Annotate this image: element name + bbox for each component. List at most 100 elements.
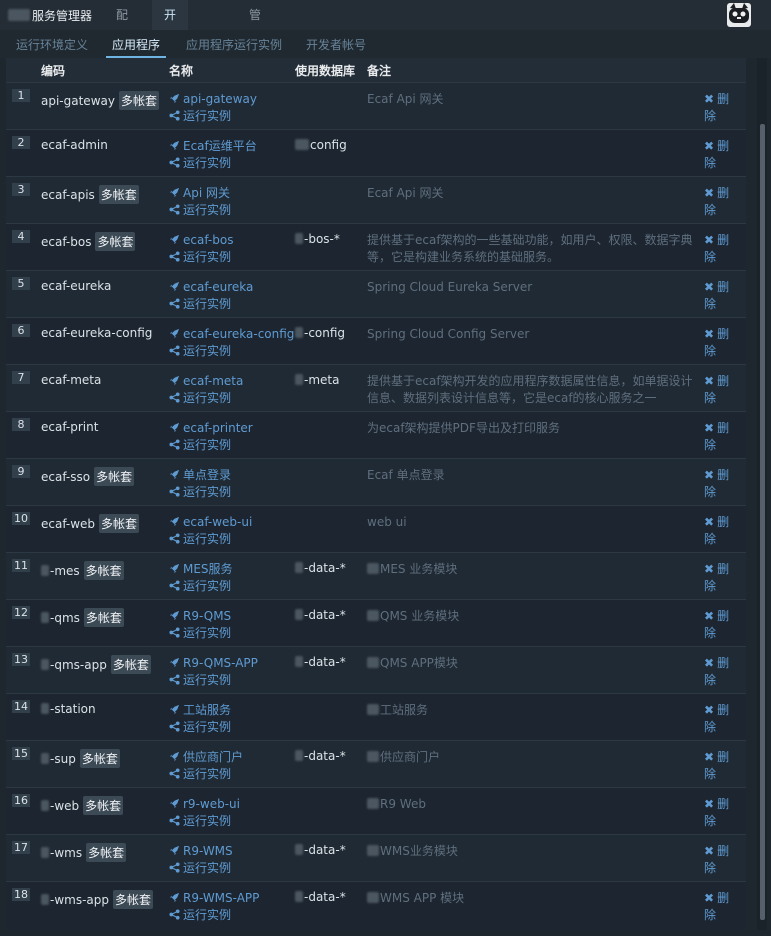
subnav-app-instances[interactable]: 应用程序运行实例 (186, 30, 282, 58)
run-instances-link[interactable]: 运行实例 (169, 766, 243, 783)
table-row: 6 ecaf-eureka-config ecaf-eureka-config 运行实… (6, 317, 746, 364)
run-instances-link[interactable]: 运行实例 (169, 672, 258, 689)
run-instances-link[interactable]: 运行实例 (169, 813, 240, 830)
delete-button[interactable]: ✖ 删除 (704, 185, 734, 219)
delete-button[interactable]: ✖ 删除 (704, 138, 734, 172)
app-note: web ui (367, 514, 697, 531)
app-name-link[interactable]: R9-WMS-APP (169, 890, 259, 907)
app-name-link[interactable]: R9-QMS-APP (169, 655, 258, 672)
app-db: -config (295, 326, 345, 340)
app-code: ecaf-web 多帐套 (41, 514, 140, 533)
app-name-link[interactable]: api-gateway (169, 91, 257, 108)
app-code: ecaf-eureka-config (41, 326, 152, 340)
scrollbar-thumb[interactable] (760, 124, 765, 920)
delete-button[interactable]: ✖ 删除 (704, 232, 734, 266)
delete-button[interactable]: ✖ 删除 (704, 514, 734, 548)
run-instances-text: 运行实例 (183, 109, 232, 123)
delete-button[interactable]: ✖ 删除 (704, 702, 734, 736)
delete-text-1: 删 (717, 327, 730, 341)
run-instances-text: 运行实例 (183, 344, 232, 358)
run-instances-text: 运行实例 (183, 767, 232, 781)
share-icon (169, 344, 183, 358)
app-name-link[interactable]: ecaf-eureka (169, 279, 253, 296)
app-name-link[interactable]: r9-web-ui (169, 796, 240, 813)
delete-button[interactable]: ✖ 删除 (704, 655, 734, 689)
redaction-mark (41, 612, 49, 623)
delete-button[interactable]: ✖ 删除 (704, 373, 734, 407)
app-name-link[interactable]: MES服务 (169, 561, 233, 578)
app-name-link[interactable]: 单点登录 (169, 467, 231, 484)
app-name-link[interactable]: ecaf-web-ui (169, 514, 252, 531)
rocket-icon (169, 233, 183, 247)
run-instances-link[interactable]: 运行实例 (169, 249, 233, 266)
run-instances-link[interactable]: 运行实例 (169, 390, 243, 407)
nav-dev-center[interactable]: 开发者中心 (152, 0, 189, 142)
app-name-link[interactable]: ecaf-eureka-config (169, 326, 294, 343)
subnav-applications[interactable]: 应用程序 (106, 30, 167, 58)
app-name-link[interactable]: R9-QMS (169, 608, 231, 625)
share-icon (169, 297, 183, 311)
app-name-text: MES服务 (183, 562, 233, 576)
delete-button[interactable]: ✖ 删除 (704, 91, 734, 125)
delete-text-2: 除 (704, 391, 717, 405)
redaction-mark (295, 233, 303, 244)
delete-button[interactable]: ✖ 删除 (704, 890, 734, 924)
delete-button[interactable]: ✖ 删除 (704, 420, 734, 454)
app-name-link[interactable]: Api 网关 (169, 185, 231, 202)
run-instances-link[interactable]: 运行实例 (169, 108, 257, 125)
brand-blur (8, 9, 30, 21)
delete-button[interactable]: ✖ 删除 (704, 843, 734, 877)
run-instances-link[interactable]: 运行实例 (169, 296, 253, 313)
run-instances-link[interactable]: 运行实例 (169, 625, 231, 642)
run-instances-text: 运行实例 (183, 814, 232, 828)
table-row: 4 ecaf-bos 多帐套 ecaf-bos 运行实例 -bos-* 提供基于ecaf架构… (6, 223, 746, 270)
redaction-mark (295, 844, 303, 855)
app-name-link[interactable]: 供应商门户 (169, 749, 243, 766)
run-instances-link[interactable]: 运行实例 (169, 202, 231, 219)
app-name-link[interactable]: Ecaf运维平台 (169, 138, 257, 155)
delete-button[interactable]: ✖ 删除 (704, 467, 734, 501)
delete-text-2: 除 (704, 579, 717, 593)
delete-button[interactable]: ✖ 删除 (704, 608, 734, 642)
app-name-link[interactable]: ecaf-bos (169, 232, 233, 249)
table-row: 5 ecaf-eureka ecaf-eureka 运行实例 Spring Cloud … (6, 270, 746, 317)
delete-button[interactable]: ✖ 删除 (704, 796, 734, 830)
delete-button[interactable]: ✖ 删除 (704, 749, 734, 783)
rocket-icon (169, 656, 183, 670)
app-name-link[interactable]: 工站服务 (169, 702, 231, 719)
run-instances-link[interactable]: 运行实例 (169, 719, 231, 736)
app-name: ecaf-eureka 运行实例 (169, 279, 253, 313)
multi-account-badge: 多帐套 (110, 655, 151, 674)
run-instances-link[interactable]: 运行实例 (169, 907, 259, 924)
close-icon: ✖ (704, 421, 715, 435)
delete-button[interactable]: ✖ 删除 (704, 279, 734, 313)
app-name-link[interactable]: ecaf-meta (169, 373, 243, 390)
app-code: ecaf-bos 多帐套 (41, 232, 136, 251)
subnav-dev-accounts[interactable]: 开发者帐号 (306, 30, 366, 58)
run-instances-link[interactable]: 运行实例 (169, 578, 233, 595)
row-number: 9 (12, 465, 30, 478)
nav-config[interactable]: 配置 (104, 0, 140, 52)
run-instances-link[interactable]: 运行实例 (169, 437, 253, 454)
delete-text-2: 除 (704, 908, 717, 922)
run-instances-link[interactable]: 运行实例 (169, 343, 294, 360)
app-note: 提供基于ecaf架构的一些基础功能，如用户、权限、数据字典等，它是构建业务系统的… (367, 232, 697, 266)
nav-admin[interactable]: 管理 (237, 0, 273, 52)
rocket-icon (169, 327, 183, 341)
close-icon: ✖ (704, 891, 715, 905)
app-name-link[interactable]: ecaf-printer (169, 420, 253, 437)
app-code: -wms 多帐套 (41, 843, 127, 862)
brand: 服务管理器 (8, 7, 92, 24)
subnav-runtime-env[interactable]: 运行环境定义 (16, 30, 88, 58)
run-instances-link[interactable]: 运行实例 (169, 531, 252, 548)
delete-button[interactable]: ✖ 删除 (704, 561, 734, 595)
delete-button[interactable]: ✖ 删除 (704, 326, 734, 360)
note-text: Spring Cloud Eureka Server (367, 280, 533, 294)
avatar[interactable] (727, 3, 751, 27)
run-instances-link[interactable]: 运行实例 (169, 860, 233, 877)
rocket-icon (169, 750, 183, 764)
app-db: -data-* (295, 561, 346, 575)
run-instances-link[interactable]: 运行实例 (169, 484, 231, 501)
app-name-link[interactable]: R9-WMS (169, 843, 233, 860)
run-instances-link[interactable]: 运行实例 (169, 155, 257, 172)
